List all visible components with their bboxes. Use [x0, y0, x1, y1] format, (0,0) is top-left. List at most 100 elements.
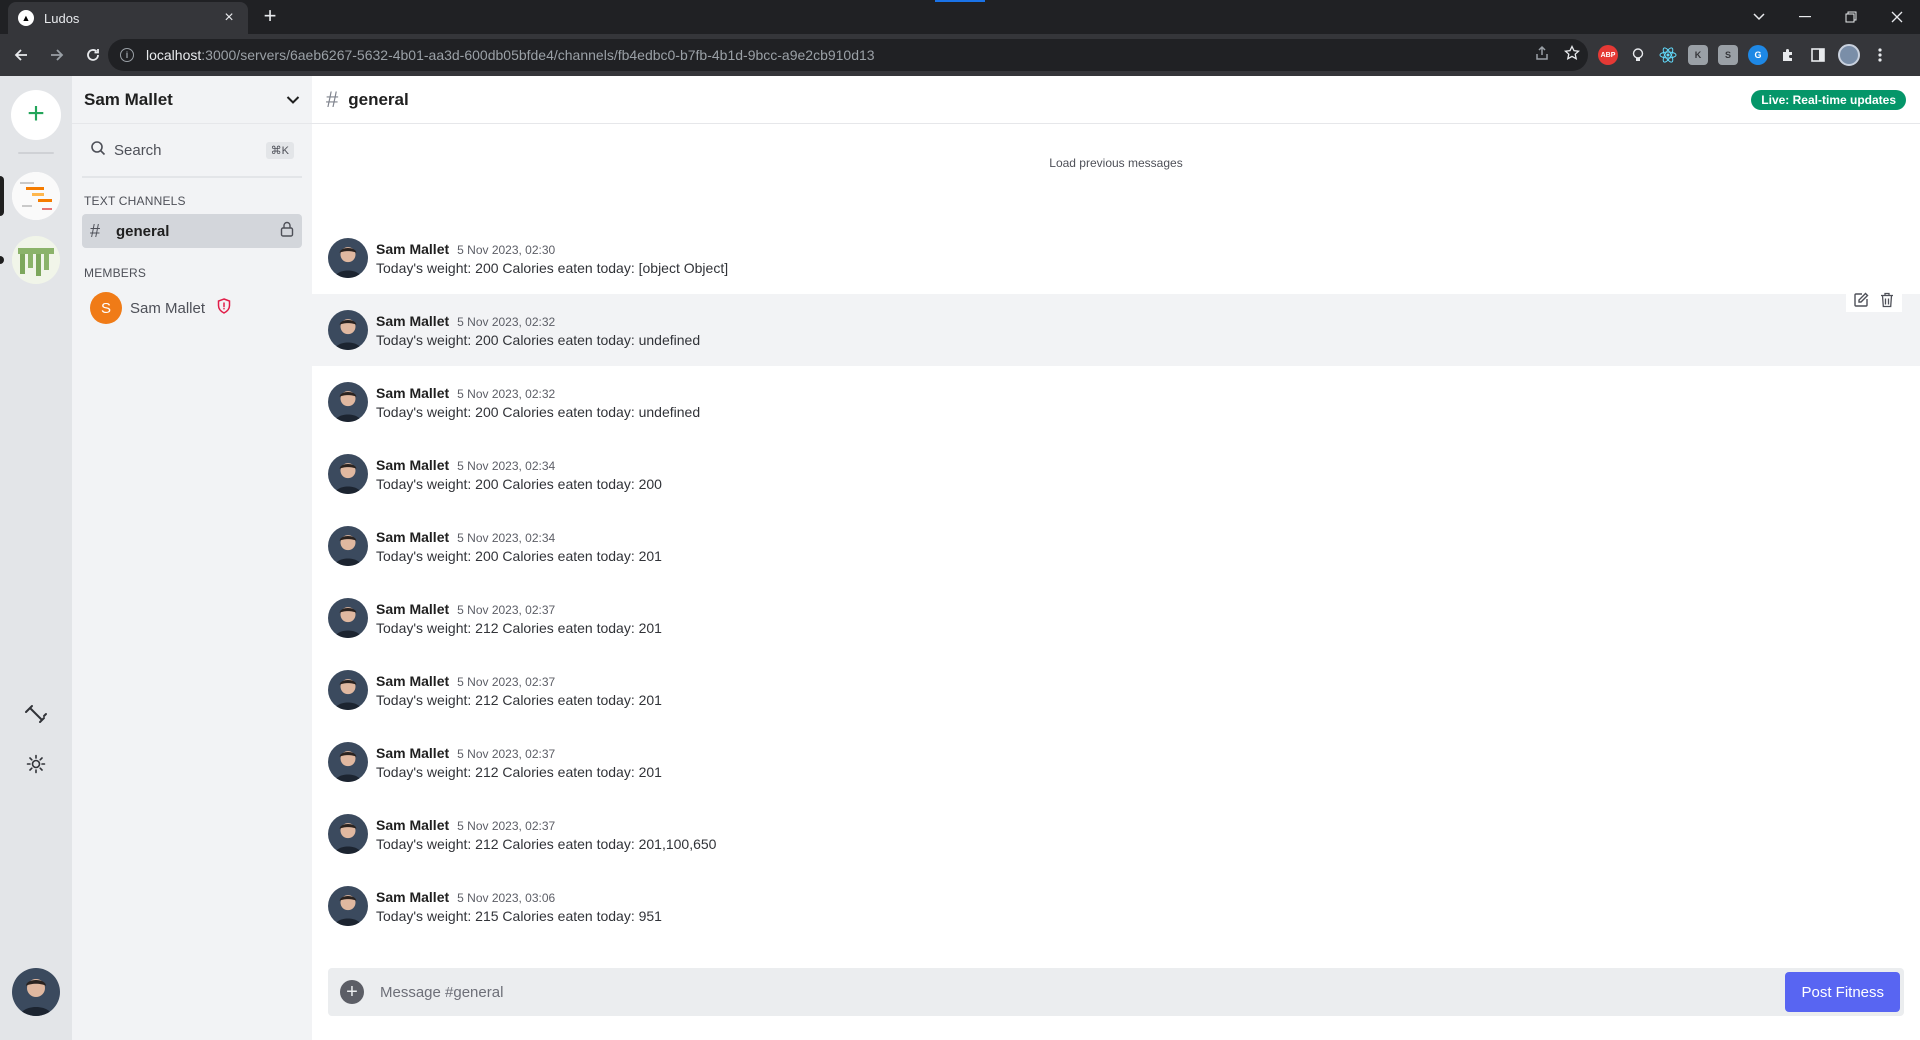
- search-label: Search: [114, 141, 162, 159]
- new-tab-icon[interactable]: +: [258, 5, 282, 29]
- browser-tab[interactable]: ▲ Ludos ×: [8, 2, 248, 34]
- message-author[interactable]: Sam Mallet: [376, 817, 449, 833]
- message-timestamp: 5 Nov 2023, 02:32: [457, 386, 556, 401]
- message-timestamp: 5 Nov 2023, 02:32: [457, 314, 556, 329]
- message-text: Today's weight: 200 Calories eaten today…: [376, 475, 662, 492]
- message-avatar[interactable]: [328, 670, 368, 710]
- live-status-badge: Live: Real-time updates: [1751, 90, 1906, 110]
- message-timestamp: 5 Nov 2023, 02:34: [457, 458, 556, 473]
- member-item[interactable]: S Sam Mallet: [82, 288, 302, 328]
- server-name: Sam Mallet: [84, 89, 173, 109]
- back-icon[interactable]: [6, 40, 36, 70]
- window-controls: [1736, 0, 1920, 34]
- k-extension-icon[interactable]: K: [1688, 45, 1708, 65]
- load-previous-messages-button[interactable]: Load previous messages: [312, 156, 1920, 170]
- react-devtools-icon[interactable]: [1658, 45, 1678, 65]
- tab-title: Ludos: [44, 10, 80, 26]
- message-text: Today's weight: 200 Calories eaten today…: [376, 403, 701, 420]
- message-author[interactable]: Sam Mallet: [376, 385, 449, 401]
- message-avatar[interactable]: [328, 526, 368, 566]
- address-bar[interactable]: i localhost:3000/servers/6aeb6267-5632-4…: [108, 39, 1588, 71]
- user-avatar[interactable]: [12, 968, 60, 1016]
- message-author[interactable]: Sam Mallet: [376, 673, 449, 689]
- message-item: Sam Mallet 5 Nov 2023, 02:32 Today's weig…: [312, 366, 1920, 438]
- chat-header: # general: [312, 76, 1920, 124]
- add-server-button[interactable]: +: [11, 90, 61, 140]
- hash-icon: #: [90, 220, 101, 241]
- unread-server-indicator: [0, 256, 4, 264]
- server-icon-bars[interactable]: [12, 236, 60, 284]
- message-item: Sam Mallet 5 Nov 2023, 03:06 Today's weig…: [312, 870, 1920, 942]
- edit-icon[interactable]: [1852, 291, 1870, 309]
- site-info-icon[interactable]: i: [120, 48, 134, 62]
- message-avatar[interactable]: [328, 382, 368, 422]
- message-text: Today's weight: 200 Calories eaten today…: [376, 259, 729, 276]
- lightbulb-extension-icon[interactable]: [1628, 45, 1648, 65]
- theme-toggle-sun-icon[interactable]: [22, 750, 50, 778]
- channel-item-general[interactable]: # general: [82, 214, 302, 248]
- tab-search-icon[interactable]: [1736, 0, 1782, 34]
- close-window-icon[interactable]: [1874, 0, 1920, 34]
- message-text: Today's weight: 212 Calories eaten today…: [376, 619, 662, 636]
- message-input[interactable]: [380, 977, 1786, 1007]
- s-extension-icon[interactable]: S: [1718, 45, 1738, 65]
- message-list: Sam Mallet 5 Nov 2023, 02:30 Today's weig…: [312, 222, 1920, 942]
- server-icon-gantt[interactable]: [12, 172, 60, 220]
- message-author[interactable]: Sam Mallet: [376, 241, 449, 257]
- trash-icon[interactable]: [1878, 291, 1896, 309]
- message-avatar[interactable]: [328, 238, 368, 278]
- reload-icon[interactable]: [78, 40, 108, 70]
- message-text: Today's weight: 212 Calories eaten today…: [376, 691, 662, 708]
- minimize-icon[interactable]: [1782, 0, 1828, 34]
- message-avatar[interactable]: [328, 886, 368, 926]
- side-panel-icon[interactable]: [1808, 45, 1828, 65]
- message-item: Sam Mallet 5 Nov 2023, 02:30 Today's weig…: [312, 222, 1920, 294]
- share-icon[interactable]: [1534, 45, 1550, 65]
- message-text: Today's weight: 200 Calories eaten today…: [376, 331, 701, 348]
- search-button[interactable]: Search ⌘K: [82, 134, 302, 166]
- message-avatar[interactable]: [328, 742, 368, 782]
- window-drag-indicator: [935, 0, 985, 2]
- message-text: Today's weight: 212 Calories eaten today…: [376, 763, 662, 780]
- extensions-puzzle-icon[interactable]: [1778, 45, 1798, 65]
- browser-profile-avatar[interactable]: [1838, 44, 1860, 66]
- message-avatar[interactable]: [328, 598, 368, 638]
- browser-tabstrip: ▲ Ludos × +: [0, 0, 1920, 34]
- message-actions: [1846, 288, 1902, 312]
- members-heading: MEMBERS: [84, 266, 147, 280]
- post-fitness-button[interactable]: Post Fitness: [1785, 972, 1900, 1012]
- server-rail: +: [0, 76, 72, 1040]
- adblock-extension-icon[interactable]: ABP: [1598, 45, 1618, 65]
- member-avatar: S: [90, 292, 122, 324]
- message-composer: + Post Fitness: [328, 968, 1904, 1016]
- bookmark-star-icon[interactable]: [1563, 44, 1581, 65]
- chat-channel-name: general: [348, 89, 409, 109]
- message-timestamp: 5 Nov 2023, 02:37: [457, 746, 556, 761]
- message-avatar[interactable]: [328, 310, 368, 350]
- browser-toolbar: i localhost:3000/servers/6aeb6267-5632-4…: [0, 34, 1920, 76]
- tab-close-icon[interactable]: ×: [220, 9, 238, 27]
- message-avatar[interactable]: [328, 814, 368, 854]
- message-author[interactable]: Sam Mallet: [376, 457, 449, 473]
- message-author[interactable]: Sam Mallet: [376, 745, 449, 761]
- message-avatar[interactable]: [328, 454, 368, 494]
- g-extension-icon[interactable]: G: [1748, 45, 1768, 65]
- forward-icon[interactable]: [42, 40, 72, 70]
- message-item: Sam Mallet 5 Nov 2023, 02:37 Today's weig…: [312, 582, 1920, 654]
- message-author[interactable]: Sam Mallet: [376, 889, 449, 905]
- message-item: Sam Mallet 5 Nov 2023, 02:34 Today's weig…: [312, 438, 1920, 510]
- dumbbell-icon[interactable]: [22, 700, 50, 728]
- message-author[interactable]: Sam Mallet: [376, 529, 449, 545]
- active-server-indicator: [0, 176, 4, 216]
- server-header-button[interactable]: Sam Mallet: [72, 76, 312, 124]
- sidebar-divider: [82, 176, 302, 178]
- channel-hash-icon: #: [326, 86, 339, 112]
- message-author[interactable]: Sam Mallet: [376, 601, 449, 617]
- message-text: Today's weight: 200 Calories eaten today…: [376, 547, 662, 564]
- attach-file-button[interactable]: +: [340, 980, 364, 1004]
- message-item: Sam Mallet 5 Nov 2023, 02:32 Today's weig…: [312, 288, 1920, 366]
- restore-icon[interactable]: [1828, 0, 1874, 34]
- browser-menu-icon[interactable]: [1870, 45, 1890, 65]
- message-timestamp: 5 Nov 2023, 02:37: [457, 602, 556, 617]
- message-author[interactable]: Sam Mallet: [376, 313, 449, 329]
